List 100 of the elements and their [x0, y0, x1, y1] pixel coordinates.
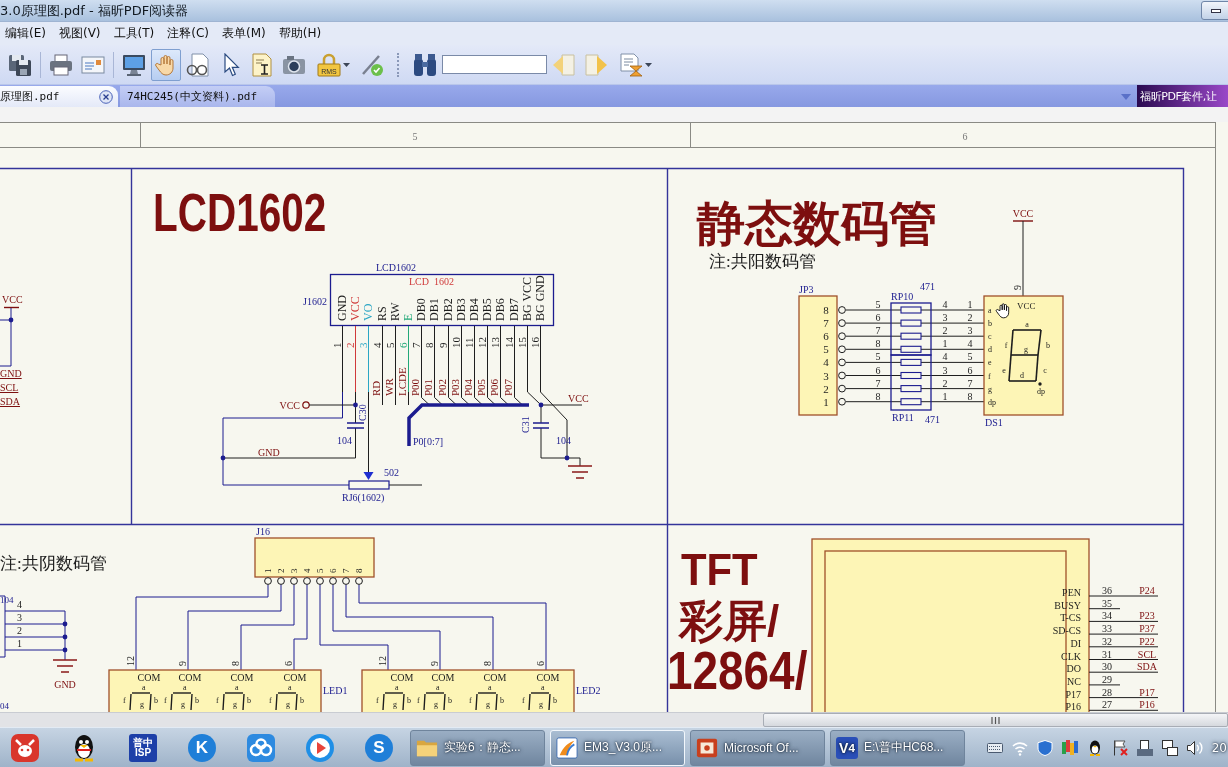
app-logo[interactable]: K — [188, 733, 216, 762]
wire — [1088, 697, 1159, 699]
segment-label: b — [448, 696, 452, 705]
pin-number: 36 — [1102, 585, 1112, 596]
ground-symbol — [52, 659, 78, 673]
segment-label: b — [195, 696, 199, 705]
pin-number: 32 — [1102, 635, 1112, 647]
designator-label: RP10 — [891, 291, 914, 302]
section-title: LCD1602 — [153, 182, 327, 243]
pin-number: 8 — [823, 304, 829, 316]
shield-icon[interactable] — [1036, 739, 1053, 756]
segment-label: dp — [1037, 387, 1045, 396]
pin-name: d — [988, 345, 992, 355]
net-label: P05 — [475, 378, 487, 396]
pin-number: 13 — [489, 337, 501, 348]
pin-name: NC — [1067, 675, 1081, 687]
junction-dot-icon — [62, 621, 68, 627]
network-icon[interactable] — [1161, 739, 1178, 756]
pin-name: BUSY — [1054, 599, 1081, 611]
caret-icon[interactable] — [644, 62, 652, 67]
net-label: WR — [383, 378, 395, 396]
caret-icon[interactable] — [342, 62, 350, 67]
pinned-app-button[interactable]: S — [354, 728, 404, 767]
minimize-icon[interactable] — [1211, 8, 1221, 13]
menu-item[interactable]: 表单(M) — [222, 25, 266, 42]
menu-item[interactable]: 工具(T) — [113, 25, 155, 42]
value-label: 104 — [556, 435, 571, 446]
presentation-icon[interactable] — [696, 736, 718, 759]
designator-label: J16 — [256, 526, 270, 537]
cloud-icon[interactable] — [246, 732, 276, 763]
component-body — [890, 354, 932, 411]
pin-number: 8 — [875, 338, 881, 350]
document-hourglass-icon[interactable] — [618, 52, 643, 77]
pinned-app-button[interactable]: K — [177, 728, 227, 767]
minimize-button[interactable] — [1201, 1, 1228, 20]
document-tab[interactable]: 原理图.pdf — [0, 86, 118, 107]
pin-name: VCC — [348, 296, 362, 321]
segment-label: a — [541, 683, 545, 692]
horizontal-scrollbar[interactable] — [0, 712, 1228, 727]
play-icon[interactable] — [305, 732, 335, 763]
scrollbar-thumb[interactable] — [763, 713, 1228, 727]
wire — [408, 391, 409, 406]
menu-item[interactable]: 视图(V) — [58, 25, 101, 42]
pin-name: DO — [1066, 663, 1081, 675]
segment-label: b — [1046, 341, 1050, 350]
document-tab[interactable]: 74HC245(中文资料).pdf — [120, 86, 276, 107]
net-label: GND — [54, 679, 76, 690]
wire — [1088, 671, 1159, 673]
pin-number: 5 — [823, 343, 829, 356]
pin-name: VCC — [1017, 301, 1036, 311]
pin-number: 2 — [823, 382, 829, 395]
segment-label: g — [434, 700, 438, 709]
segment-label: f — [123, 696, 126, 705]
pin-number: 34 — [1102, 610, 1112, 622]
net-label: VCC — [1012, 208, 1034, 219]
segment-label: f — [522, 696, 525, 705]
wire — [1088, 684, 1121, 686]
menu-item[interactable]: 帮助(H) — [278, 25, 322, 42]
flag-icon[interactable] — [1111, 739, 1128, 756]
pin-number: 2 — [967, 312, 973, 324]
app-logo[interactable]: S — [365, 733, 393, 762]
pinned-app-button[interactable]: 普中 ISP — [118, 728, 168, 767]
pin-name: DB5 — [480, 298, 494, 321]
pin-number: 2 — [276, 568, 286, 573]
blocks-icon[interactable] — [1061, 739, 1078, 756]
pin-number: 10 — [450, 337, 462, 348]
swoosh-logo-icon[interactable] — [556, 736, 578, 759]
designator-label: LED1 — [323, 685, 348, 696]
speaker-icon[interactable] — [1186, 739, 1203, 756]
pin-name: COM — [230, 672, 254, 683]
pin-name: COM — [390, 672, 414, 683]
device-icon[interactable] — [1136, 739, 1153, 756]
pin-number: 7 — [823, 317, 829, 330]
app-logo[interactable]: 普中 ISP — [129, 733, 157, 762]
pin-number: 1 — [942, 338, 948, 350]
pin-number: 16 — [529, 337, 541, 348]
pin-name: GND — [335, 295, 349, 321]
pin-name: VO — [361, 303, 375, 321]
menu-item[interactable]: 注释(C) — [167, 25, 209, 42]
segment-label: b — [300, 696, 304, 705]
menu-item[interactable]: 编辑(E) — [5, 25, 46, 42]
pin-number: 3 — [17, 612, 22, 623]
segment-label: g — [1024, 345, 1028, 354]
net-label: SCL — [0, 382, 19, 393]
segment-label: g — [286, 700, 290, 709]
junction-dot-icon — [538, 402, 544, 408]
net-label: SDA — [0, 396, 20, 407]
pin-name: COM — [483, 672, 507, 683]
search-field[interactable] — [442, 55, 547, 74]
pin-number: 5 — [875, 299, 881, 310]
pin-number: 12 — [476, 337, 488, 348]
horned-head-icon[interactable] — [10, 732, 40, 763]
pin-number: 2 — [344, 342, 356, 348]
pin-number: 6 — [967, 364, 973, 376]
grip-icon[interactable] — [991, 716, 1000, 724]
pin-number: 5 — [875, 351, 881, 363]
net-label: P23 — [1139, 610, 1155, 622]
close-icon[interactable] — [99, 89, 113, 104]
value-label: 104 — [0, 595, 14, 605]
ad-banner[interactable]: 福昕PDF套件,让 — [1137, 85, 1228, 107]
